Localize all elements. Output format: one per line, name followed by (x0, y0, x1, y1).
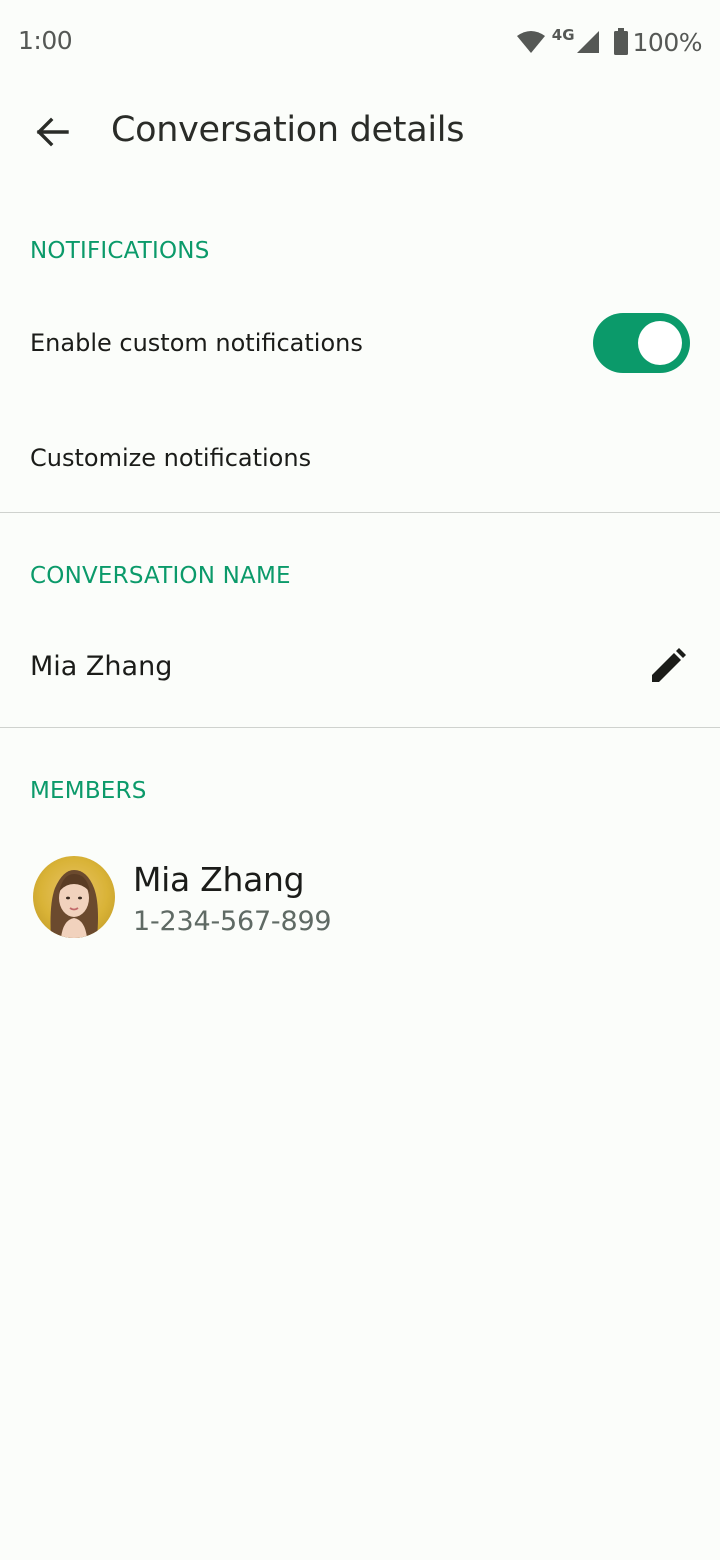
conversation-name-section-header: CONVERSATION NAME (30, 563, 291, 589)
member-name: Mia Zhang (133, 860, 305, 899)
notifications-section-header: NOTIFICATIONS (30, 238, 210, 264)
members-section-header: MEMBERS (30, 778, 147, 804)
conversation-name-value: Mia Zhang (30, 651, 173, 682)
edit-name-button[interactable] (640, 640, 696, 696)
member-avatar (33, 856, 115, 938)
customize-notifications-label: Customize notifications (30, 444, 312, 472)
pencil-icon (650, 648, 686, 688)
arrow-back-icon (35, 117, 69, 151)
section-divider (0, 512, 720, 513)
wifi-icon (516, 30, 546, 54)
section-divider (0, 727, 720, 728)
custom-notifications-toggle[interactable] (593, 313, 690, 373)
status-icons: 4G 100% (516, 24, 703, 60)
conversation-details-screen: 1:00 4G 100% Conversation details NOTIFI… (0, 0, 720, 1560)
member-list-item[interactable]: Mia Zhang 1-234-567-899 (0, 840, 720, 954)
status-bar: 1:00 4G 100% (0, 0, 720, 84)
toggle-knob (638, 321, 682, 365)
network-type-label: 4G (551, 26, 575, 44)
back-button[interactable] (24, 106, 80, 162)
battery-icon (613, 28, 629, 56)
page-title: Conversation details (111, 110, 465, 150)
enable-custom-notifications-label: Enable custom notifications (30, 329, 363, 357)
app-bar: Conversation details (0, 84, 720, 180)
battery-percentage: 100% (632, 27, 703, 57)
member-phone: 1-234-567-899 (133, 906, 332, 937)
status-time: 1:00 (18, 26, 73, 55)
cellular-signal-icon (575, 29, 601, 55)
